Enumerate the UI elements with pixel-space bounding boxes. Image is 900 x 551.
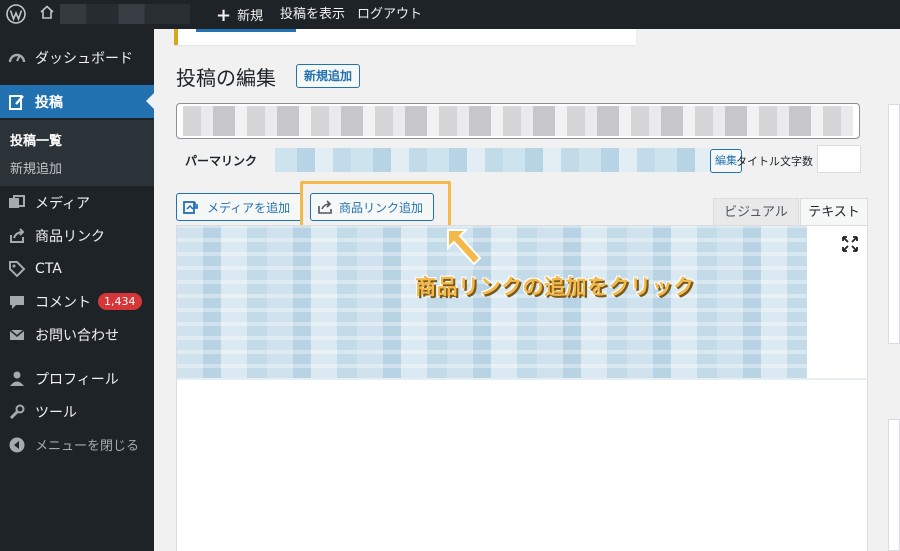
wrench-icon: [7, 402, 27, 422]
title-blurred: [183, 106, 853, 136]
site-name-blurred[interactable]: [60, 4, 190, 24]
add-media-icon: [183, 199, 201, 215]
home-icon[interactable]: [40, 5, 54, 19]
collapse-icon: [7, 435, 27, 455]
media-icon: [7, 193, 27, 213]
right-side-panel: [888, 104, 900, 551]
tab-text[interactable]: テキスト: [800, 198, 868, 226]
admin-sidebar: ダッシュボード 投稿 投稿一覧 新規追加 メディア 商品リンク CTA コメント…: [0, 29, 154, 551]
dashboard-icon: [7, 48, 27, 68]
submenu-add-new[interactable]: 新規追加: [10, 158, 62, 177]
permalink-url-blurred[interactable]: [275, 148, 710, 172]
fullscreen-icon[interactable]: [841, 235, 859, 253]
annotation-text: 商品リンクの追加をクリック: [415, 275, 695, 299]
notice-link-blurred[interactable]: [196, 29, 296, 32]
sidebar-item-contact[interactable]: お問い合わせ: [0, 318, 154, 351]
share-link-icon: [7, 226, 27, 246]
admin-notice: [174, 29, 636, 45]
sidebar-item-cta[interactable]: CTA: [0, 252, 154, 285]
tag-icon: [7, 259, 27, 279]
content-blurred: [177, 226, 807, 378]
content-divider: [177, 378, 869, 380]
sidebar-collapse-menu[interactable]: メニューを閉じる: [0, 428, 154, 461]
wordpress-logo-icon[interactable]: [6, 4, 26, 24]
admin-bar: + 新規 投稿を表示 ログアウト: [0, 0, 900, 29]
sidebar-item-tools[interactable]: ツール: [0, 395, 154, 428]
sidebar-item-posts[interactable]: 投稿: [0, 85, 154, 118]
tab-visual[interactable]: ビジュアル: [713, 198, 799, 226]
sidebar-item-media[interactable]: メディア: [0, 186, 154, 219]
sidebar-item-comments[interactable]: コメント 1,434: [0, 285, 154, 318]
sidebar-item-profile[interactable]: プロフィール: [0, 362, 154, 395]
side-box-2[interactable]: [888, 419, 900, 551]
admin-bar-view-post[interactable]: 投稿を表示: [280, 0, 345, 29]
post-title-input[interactable]: [176, 103, 860, 139]
comment-count-badge: 1,434: [98, 293, 142, 310]
post-edit-icon: [7, 92, 27, 112]
sidebar-item-dashboard[interactable]: ダッシュボード: [0, 41, 154, 74]
annotation-arrow-icon: [447, 229, 482, 266]
title-char-count-value: [817, 145, 861, 173]
add-new-button[interactable]: 新規追加: [296, 64, 361, 88]
mail-icon: [7, 325, 27, 345]
posts-submenu: 投稿一覧 新規追加: [0, 120, 154, 186]
admin-bar-new[interactable]: + 新規: [216, 0, 263, 29]
add-media-button[interactable]: メディアを追加: [176, 193, 303, 221]
user-icon: [7, 369, 27, 389]
comment-icon: [7, 292, 27, 312]
publish-box[interactable]: [888, 104, 900, 344]
sidebar-item-product-link[interactable]: 商品リンク: [0, 219, 154, 252]
plus-icon: +: [216, 5, 232, 26]
title-char-count-label: タイトル文字数: [736, 155, 813, 168]
submenu-all-posts[interactable]: 投稿一覧: [10, 130, 62, 149]
page-title: 投稿の編集: [176, 66, 276, 90]
permalink-label: パーマリンク: [185, 154, 258, 168]
admin-bar-logout[interactable]: ログアウト: [357, 0, 422, 29]
